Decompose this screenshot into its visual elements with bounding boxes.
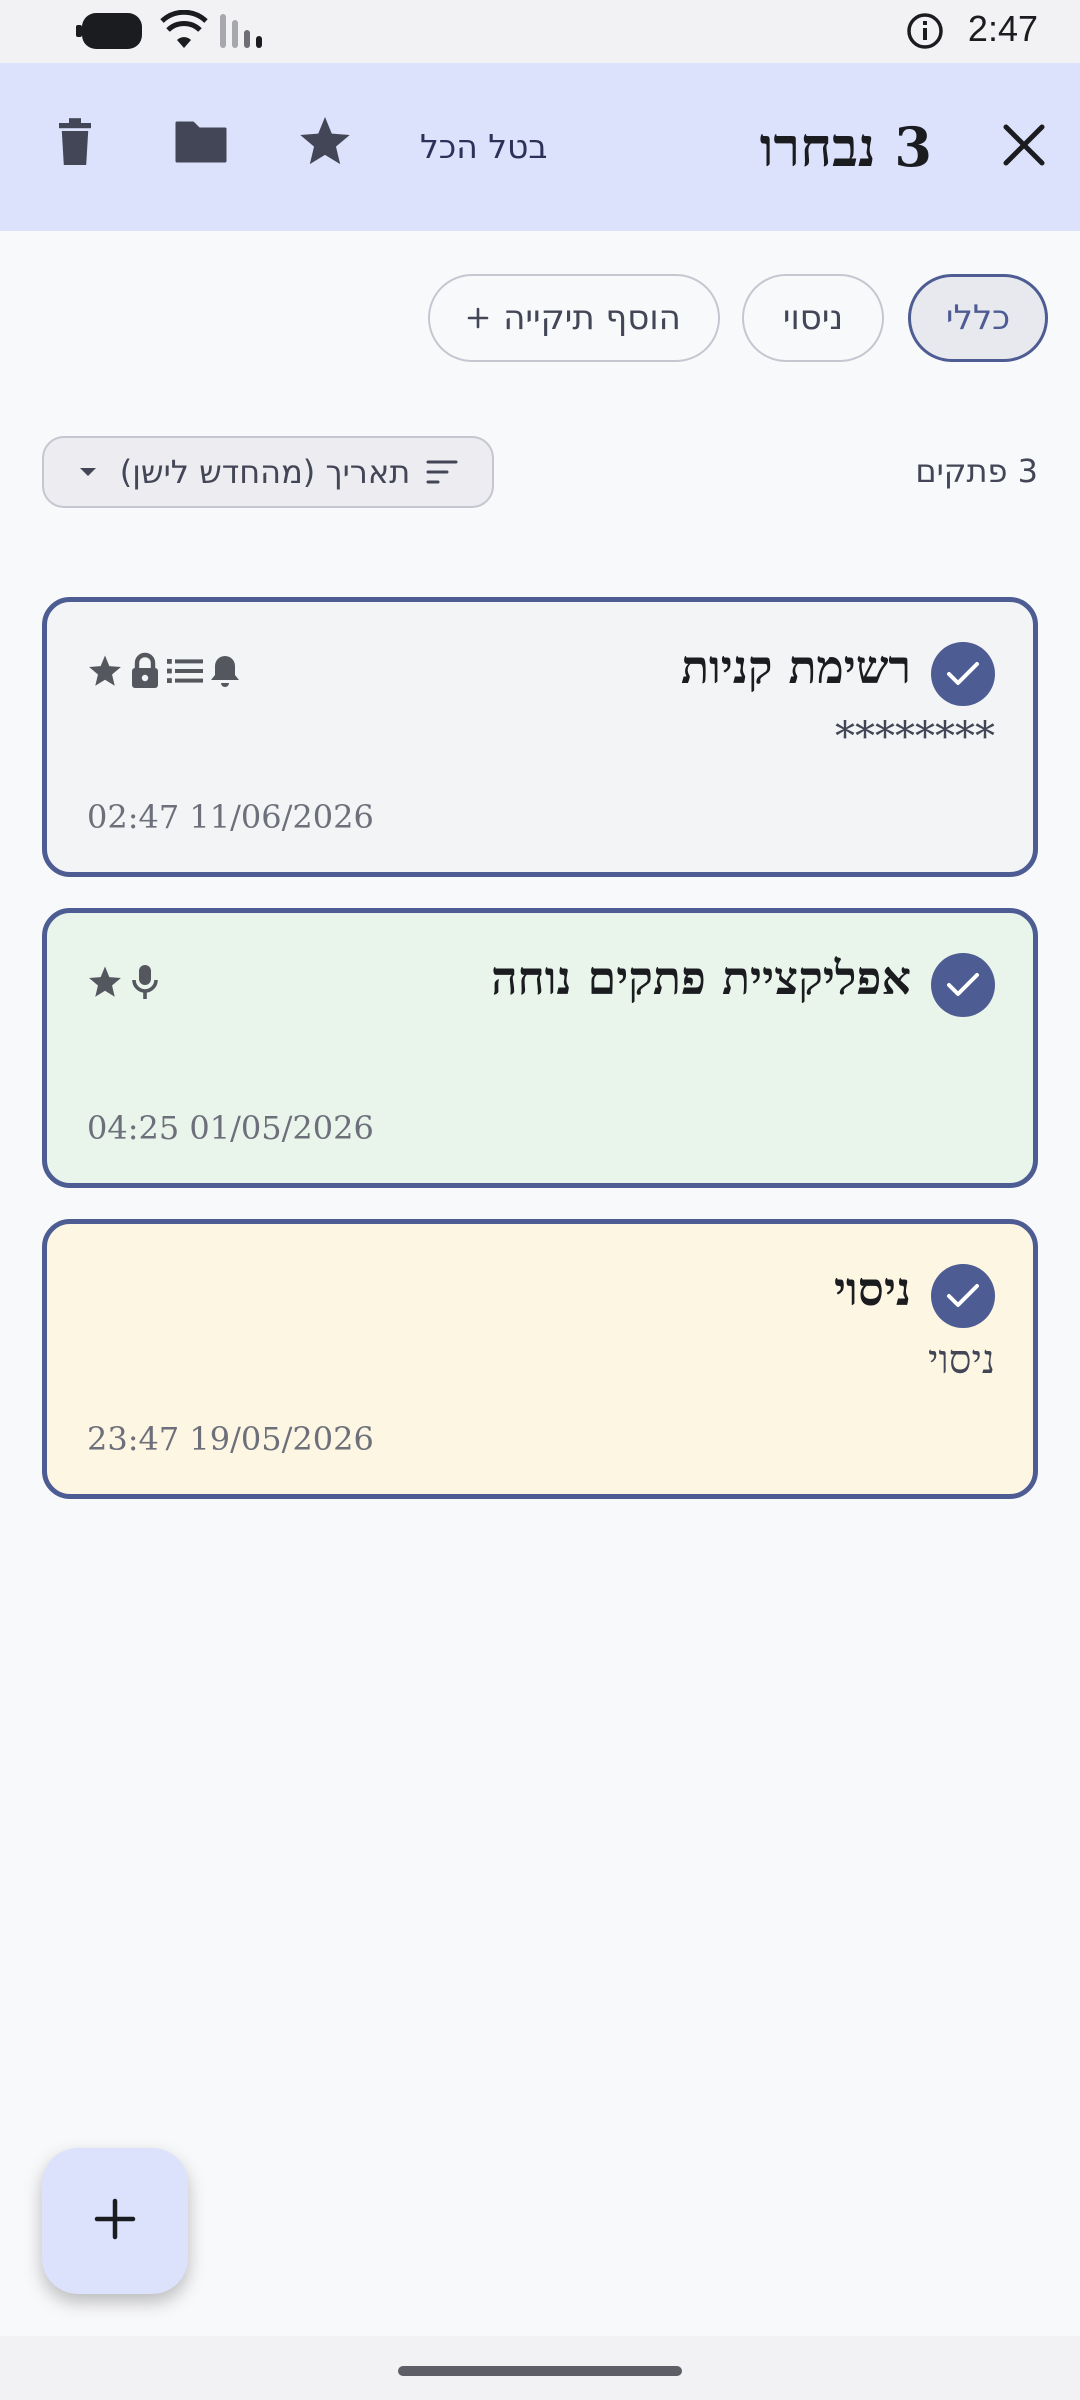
star-icon bbox=[297, 115, 353, 173]
note-body: ניסוי bbox=[928, 1337, 995, 1383]
list-icon bbox=[167, 657, 203, 689]
wifi-icon bbox=[160, 9, 208, 54]
battery-icon bbox=[76, 13, 146, 53]
trash-icon bbox=[55, 117, 95, 171]
microphone-icon bbox=[129, 963, 161, 1005]
deselect-all-button[interactable]: בטל הכל bbox=[420, 109, 548, 185]
sort-icon bbox=[426, 459, 458, 485]
selected-check-icon bbox=[931, 953, 995, 1017]
selected-check-icon bbox=[931, 642, 995, 706]
add-folder-button[interactable]: הוסף תיקייה bbox=[428, 274, 720, 362]
sort-order-button[interactable]: תאריך (מהחדש לישן) bbox=[42, 436, 494, 508]
note-title: ניסוי bbox=[833, 1262, 911, 1316]
plus-icon bbox=[94, 2198, 136, 2244]
sort-label: תאריך (מהחדש לישן) bbox=[119, 453, 411, 491]
status-time: 2:47 bbox=[967, 8, 1038, 49]
selected-check-icon bbox=[931, 1264, 995, 1328]
note-card[interactable]: ניסוי ניסוי 23:47 19/05/2026 bbox=[42, 1219, 1038, 1499]
note-body: ******** bbox=[835, 714, 995, 760]
bell-icon bbox=[209, 653, 241, 693]
lock-icon bbox=[129, 652, 161, 694]
folder-chip-label: כללי bbox=[945, 298, 1011, 338]
star-icon bbox=[87, 654, 123, 693]
home-gesture-handle[interactable] bbox=[398, 2366, 682, 2376]
note-date: 02:47 11/06/2026 bbox=[87, 798, 374, 836]
note-indicators bbox=[87, 652, 241, 694]
add-folder-label: הוסף תיקייה bbox=[503, 298, 681, 338]
favorite-selected-button[interactable] bbox=[290, 109, 360, 179]
folder-chip-test[interactable]: ניסוי bbox=[742, 274, 884, 362]
note-title: רשימת קניות bbox=[680, 640, 911, 694]
folder-chip-general[interactable]: כללי bbox=[908, 274, 1048, 362]
note-card[interactable]: אפליקציית פתקים נוחה 04:25 01/05/2026 bbox=[42, 908, 1038, 1188]
folder-chip-label: ניסוי bbox=[782, 298, 844, 338]
close-selection-button[interactable] bbox=[986, 109, 1062, 185]
move-to-folder-button[interactable] bbox=[166, 109, 236, 179]
new-note-fab[interactable] bbox=[42, 2148, 188, 2294]
notes-count: 3 פתקים bbox=[915, 452, 1038, 490]
star-icon bbox=[87, 965, 123, 1004]
info-icon bbox=[906, 12, 944, 54]
note-date: 04:25 01/05/2026 bbox=[87, 1109, 374, 1147]
selection-count-title: 3 נבחרו bbox=[759, 115, 932, 179]
signal-icon bbox=[218, 14, 266, 52]
system-nav-bar bbox=[0, 2336, 1080, 2400]
dropdown-arrow-icon bbox=[78, 466, 98, 478]
folder-icon bbox=[173, 119, 229, 169]
note-card[interactable]: רשימת קניות ******** 02:47 11/06/2026 bbox=[42, 597, 1038, 877]
note-indicators bbox=[87, 963, 161, 1005]
status-bar: 2:47 bbox=[0, 0, 1080, 63]
plus-icon bbox=[467, 298, 489, 338]
delete-selected-button[interactable] bbox=[40, 109, 110, 179]
note-title: אפליקציית פתקים נוחה bbox=[491, 951, 911, 1005]
note-date: 23:47 19/05/2026 bbox=[87, 1420, 374, 1458]
close-icon bbox=[1002, 123, 1046, 171]
selection-app-bar: 3 נבחרו בטל הכל bbox=[0, 63, 1080, 231]
